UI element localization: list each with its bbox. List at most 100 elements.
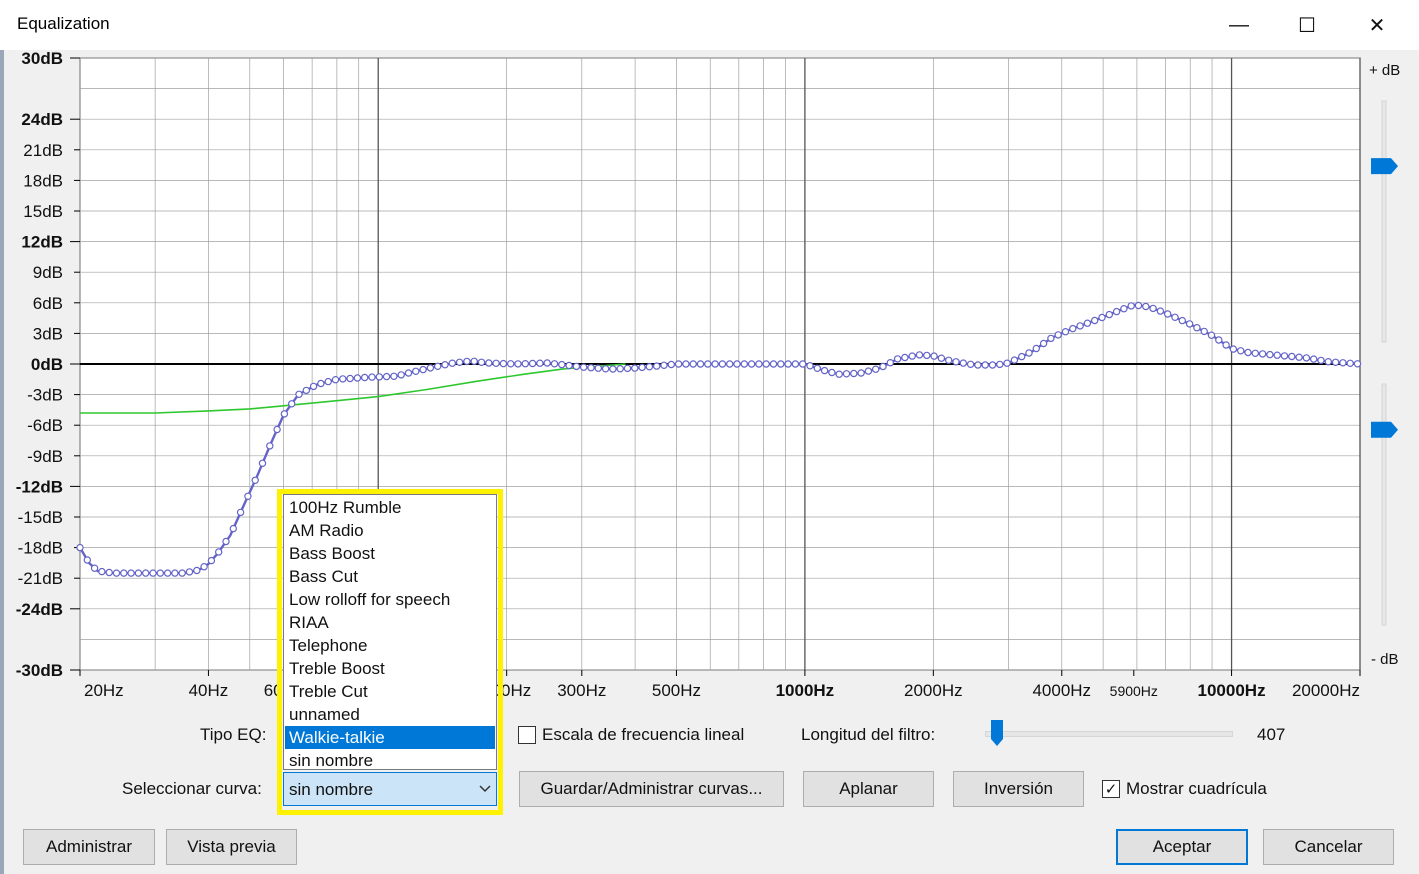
eq-point[interactable] [105, 568, 113, 577]
eq-point[interactable] [302, 386, 310, 395]
eq-point[interactable] [959, 359, 968, 367]
eq-point[interactable] [667, 360, 676, 369]
eq-point[interactable] [499, 359, 508, 368]
eq-point[interactable] [937, 354, 946, 362]
eq-point[interactable] [594, 364, 603, 372]
eq-point[interactable] [901, 353, 909, 362]
eq-point[interactable] [1105, 310, 1114, 319]
dropdown-item[interactable]: AM Radio [285, 519, 495, 542]
eq-point[interactable] [382, 372, 391, 381]
eq-point[interactable] [828, 368, 836, 377]
eq-point[interactable] [799, 360, 807, 368]
eq-point[interactable] [331, 376, 340, 384]
eq-point[interactable] [1339, 359, 1347, 367]
eq-point[interactable] [872, 365, 880, 373]
eq-point[interactable] [207, 556, 216, 565]
eq-point[interactable] [1280, 352, 1289, 360]
dropdown-item[interactable]: RIAA [285, 611, 495, 634]
eq-point[interactable] [879, 362, 887, 371]
eq-point[interactable] [886, 359, 895, 367]
dropdown-item[interactable]: sin nombre [285, 749, 495, 772]
eq-point[interactable] [448, 359, 456, 367]
eq-point[interactable] [747, 360, 756, 368]
eq-point[interactable] [222, 537, 230, 546]
eq-point[interactable] [755, 360, 763, 368]
eq-point[interactable] [769, 360, 778, 368]
eq-point[interactable] [83, 556, 92, 564]
eq-point[interactable] [587, 364, 595, 372]
eq-point[interactable] [339, 375, 347, 383]
invert-button[interactable]: Inversión [953, 771, 1084, 807]
eq-point[interactable] [1025, 349, 1033, 357]
eq-point[interactable] [850, 369, 858, 378]
eq-point[interactable] [915, 351, 924, 359]
curve-dropdown-list[interactable]: 100Hz Rumble AM Radio Bass Boost Bass Cut Lo… [283, 494, 497, 770]
eq-point[interactable] [1193, 324, 1201, 332]
filter-length-slider[interactable] [985, 731, 1233, 737]
eq-point[interactable] [835, 370, 843, 378]
eq-point[interactable] [1309, 355, 1318, 363]
eq-point[interactable] [616, 365, 624, 373]
eq-point[interactable] [1061, 328, 1070, 336]
eq-point[interactable] [631, 364, 639, 372]
eq-point[interactable] [806, 362, 814, 370]
eq-point[interactable] [952, 358, 960, 366]
eq-point[interactable] [543, 359, 551, 367]
eq-point[interactable] [1251, 349, 1260, 357]
eq-point[interactable] [580, 363, 588, 371]
eq-point[interactable] [1229, 345, 1238, 353]
eq-point[interactable] [397, 371, 405, 379]
eq-point[interactable] [996, 360, 1004, 369]
eq-point[interactable] [236, 508, 245, 517]
eq-point[interactable] [295, 390, 303, 398]
eq-point[interactable] [317, 379, 325, 388]
eq-point[interactable] [740, 360, 749, 368]
eq-point[interactable] [229, 524, 237, 533]
eq-point[interactable] [1112, 307, 1121, 316]
eq-point[interactable] [1069, 324, 1077, 333]
dropdown-item[interactable]: Walkie-talkie [285, 726, 495, 749]
eq-point[interactable] [550, 360, 559, 368]
eq-point[interactable] [1054, 331, 1062, 339]
eq-point[interactable] [1018, 352, 1026, 361]
eq-point[interactable] [820, 366, 829, 375]
eq-point[interactable] [733, 360, 741, 368]
eq-point[interactable] [1331, 358, 1340, 366]
eq-point[interactable] [492, 359, 500, 367]
eq-point[interactable] [368, 373, 376, 381]
eq-point[interactable] [689, 360, 697, 368]
eq-point[interactable] [528, 359, 537, 368]
eq-point[interactable] [718, 360, 727, 368]
eq-point[interactable] [244, 492, 252, 500]
dropdown-item[interactable]: Telephone [285, 634, 495, 657]
eq-point[interactable] [1134, 301, 1143, 310]
min-db-slider-track[interactable] [1381, 383, 1387, 626]
eq-point[interactable] [1032, 344, 1041, 353]
eq-point[interactable] [214, 548, 223, 556]
eq-point[interactable] [353, 374, 362, 382]
eq-point[interactable] [1083, 319, 1092, 327]
eq-point[interactable] [536, 359, 544, 367]
eq-point[interactable] [945, 356, 953, 364]
linear-scale-checkbox[interactable] [518, 726, 536, 744]
eq-point[interactable] [1288, 352, 1296, 361]
maximize-button[interactable]: ☐ [1273, 0, 1341, 50]
eq-point[interactable] [704, 360, 712, 368]
eq-point[interactable] [1258, 350, 1267, 358]
eq-point[interactable] [660, 361, 668, 369]
eq-point[interactable] [419, 365, 427, 374]
eq-point[interactable] [923, 351, 931, 360]
eq-point[interactable] [280, 410, 289, 418]
eq-point[interactable] [156, 569, 164, 577]
eq-point[interactable] [200, 563, 208, 571]
eq-point[interactable] [1215, 336, 1223, 344]
eq-point[interactable] [645, 363, 654, 371]
eq-point[interactable] [1324, 358, 1333, 366]
eq-point[interactable] [1317, 356, 1325, 365]
eq-point[interactable] [1353, 360, 1362, 368]
eq-point[interactable] [185, 568, 194, 576]
dropdown-item[interactable]: Treble Boost [285, 657, 495, 680]
eq-point[interactable] [112, 569, 121, 577]
eq-point[interactable] [90, 564, 99, 572]
eq-point[interactable] [346, 374, 354, 383]
